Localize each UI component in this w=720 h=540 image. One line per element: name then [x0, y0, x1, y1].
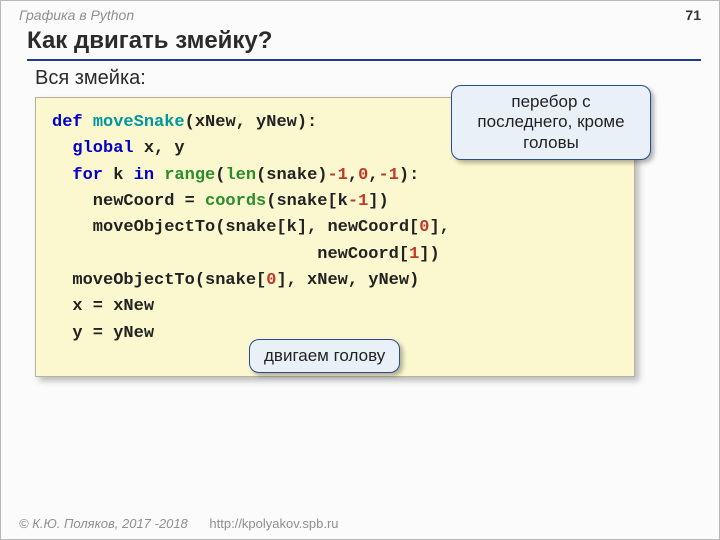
mb: moveObjectTo(snake[k], newCoord[	[52, 218, 419, 237]
bcl: ])	[419, 245, 439, 264]
lx: x = xNew	[52, 297, 154, 316]
mh-b: ], xNew, yNew)	[276, 271, 419, 290]
n-m1: -1	[327, 166, 347, 185]
n-0: 0	[358, 166, 368, 185]
n-m1b: -1	[379, 166, 399, 185]
kw-def: def	[52, 113, 83, 132]
c2: ,	[368, 166, 378, 185]
fn-len: len	[225, 166, 256, 185]
i0: 0	[419, 218, 429, 237]
fn-name: moveSnake	[93, 113, 185, 132]
footer: © К.Ю. Поляков, 2017 -2018 http://kpolya…	[19, 516, 339, 531]
pc: ):	[399, 166, 419, 185]
params: (xNew, yNew):	[185, 113, 318, 132]
page-number: 71	[685, 7, 701, 23]
n-m1c: -1	[348, 192, 368, 211]
slide: Графика в Python 71 Как двигать змейку? …	[0, 0, 720, 540]
po: (	[215, 166, 225, 185]
ca-a: (snake[k	[266, 192, 348, 211]
title-rule	[27, 59, 701, 61]
kw-for: for	[72, 166, 103, 185]
mh-a: moveObjectTo(snake[	[52, 271, 266, 290]
var-k: k	[103, 166, 134, 185]
header-category: Графика в Python	[19, 7, 134, 23]
subtitle: Вся змейка:	[35, 67, 146, 90]
ca-b: ])	[368, 192, 388, 211]
globals: x, y	[134, 139, 185, 158]
fn-coords: coords	[205, 192, 266, 211]
callout-head-note: двигаем голову	[249, 339, 400, 373]
fn-range: range	[164, 166, 215, 185]
callout-loop-note: перебор с последнего, кроме головы	[451, 85, 651, 160]
c1: ,	[348, 166, 358, 185]
kw-in: in	[134, 166, 154, 185]
kw-global: global	[72, 139, 133, 158]
page-title: Как двигать змейку?	[27, 27, 272, 55]
ly: y = yNew	[52, 324, 154, 343]
len-arg: (snake)	[256, 166, 327, 185]
i1: 1	[409, 245, 419, 264]
nc-a: newCoord =	[52, 192, 205, 211]
bc: ],	[429, 218, 449, 237]
footer-url: http://kpolyakov.spb.ru	[209, 516, 338, 531]
footer-copyright: © К.Ю. Поляков, 2017 -2018	[19, 516, 188, 531]
i0b: 0	[266, 271, 276, 290]
mb2a: newCoord[	[52, 245, 409, 264]
